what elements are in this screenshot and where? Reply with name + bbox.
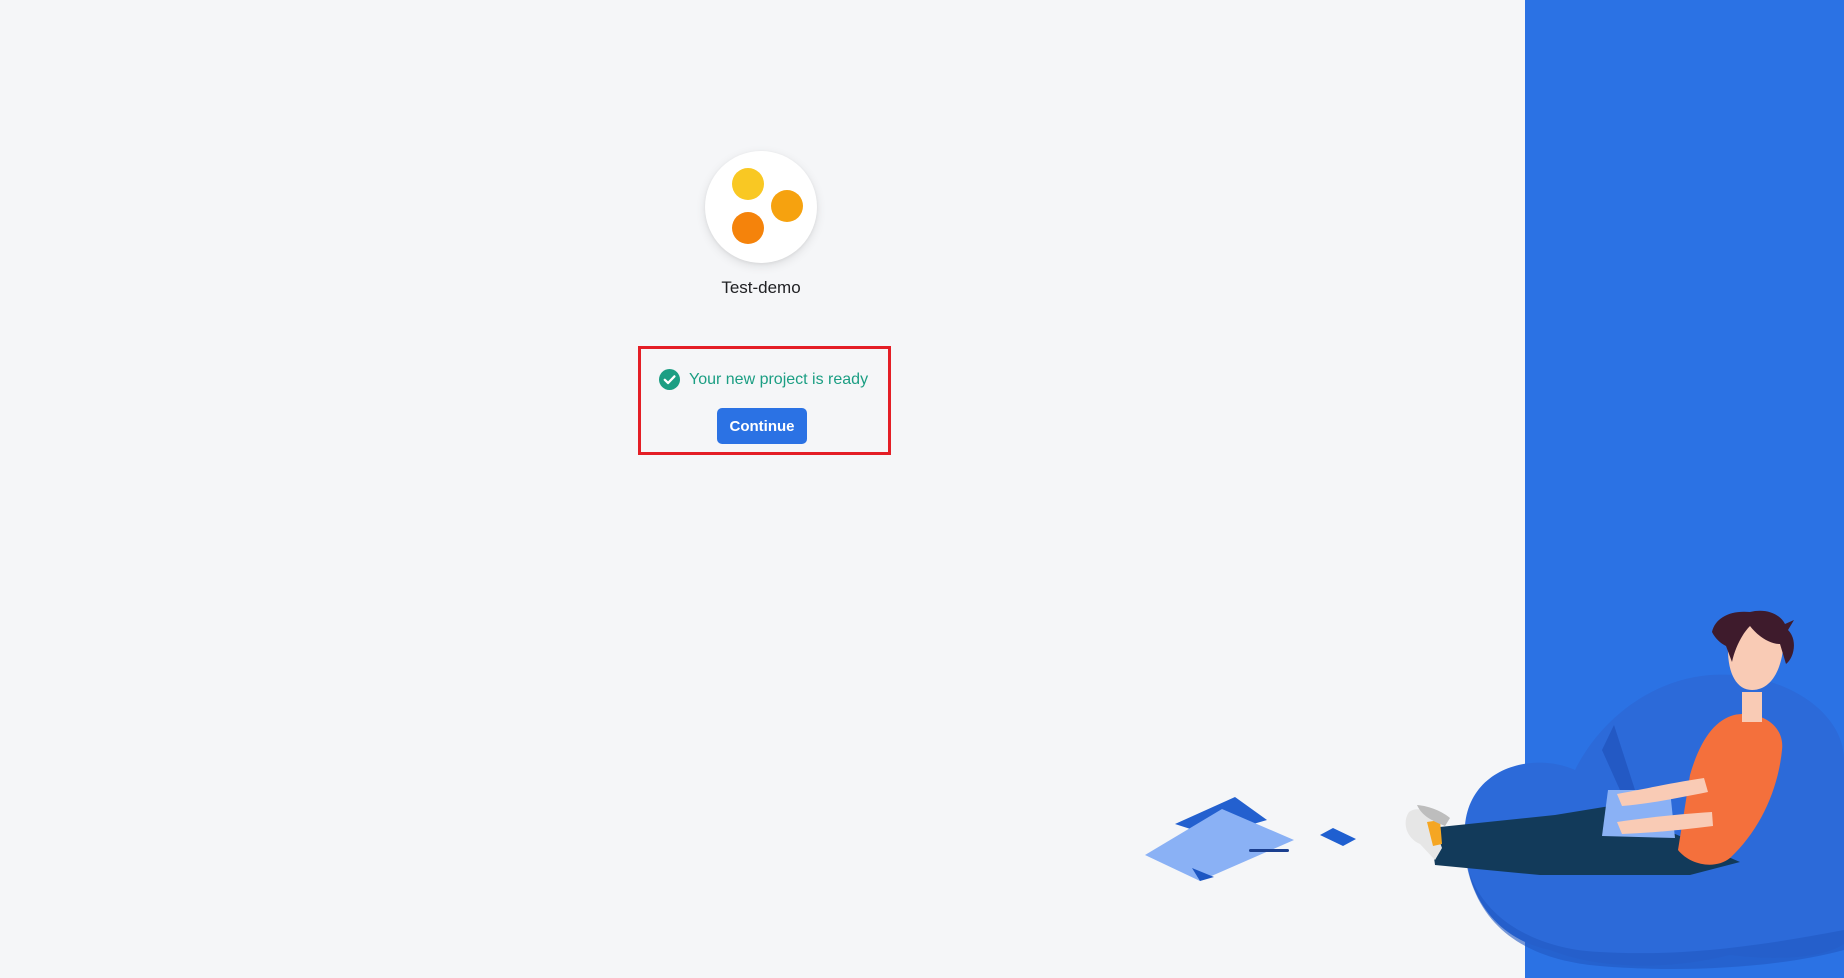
continue-button[interactable]: Continue (717, 408, 807, 444)
status-row: Your new project is ready (659, 369, 868, 390)
project-ready-panel: Your new project is ready Continue (638, 346, 891, 455)
check-circle-icon (659, 369, 680, 390)
project-ready-page: Test-demo Your new project is ready Cont… (0, 0, 1844, 978)
logo-dot-orange (732, 212, 764, 244)
logo-dot-amber (771, 190, 803, 222)
person-with-laptop-illustration (1145, 610, 1844, 969)
project-logo (705, 151, 817, 263)
logo-dot-yellow (732, 168, 764, 200)
status-message: Your new project is ready (689, 370, 869, 388)
project-name: Test-demo (721, 278, 801, 297)
